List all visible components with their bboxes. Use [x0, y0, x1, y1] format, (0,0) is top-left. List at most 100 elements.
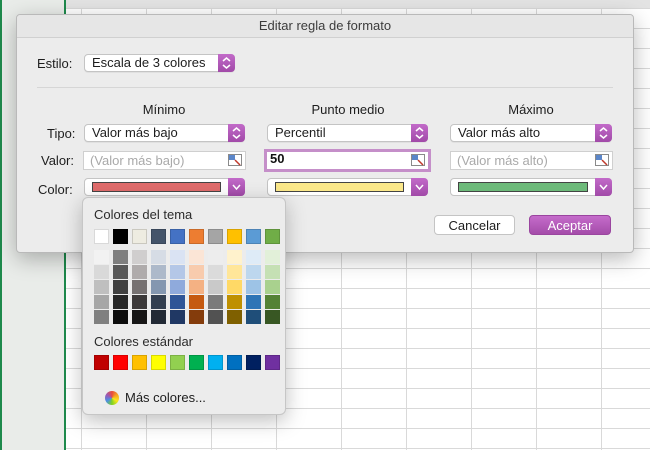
- shade-color-swatch[interactable]: [246, 280, 261, 295]
- shade-color-swatch[interactable]: [265, 265, 280, 280]
- shade-color-swatch[interactable]: [189, 250, 204, 265]
- theme-color-swatch[interactable]: [227, 229, 242, 244]
- column-header-min: Mínimo: [142, 102, 186, 117]
- shade-color-swatch[interactable]: [227, 310, 242, 325]
- theme-color-swatch[interactable]: [132, 229, 147, 244]
- standard-color-swatch[interactable]: [265, 355, 280, 370]
- shade-color-swatch[interactable]: [170, 250, 185, 265]
- shade-color-swatch[interactable]: [170, 280, 185, 295]
- column-header-max: Máximo: [508, 102, 554, 117]
- shade-color-swatch[interactable]: [170, 265, 185, 280]
- shade-color-swatch[interactable]: [132, 250, 147, 265]
- standard-color-swatch[interactable]: [208, 355, 223, 370]
- shade-color-swatch[interactable]: [189, 265, 204, 280]
- shade-color-swatch[interactable]: [170, 310, 185, 325]
- shade-color-swatch[interactable]: [170, 295, 185, 310]
- color-label: Color:: [38, 182, 73, 197]
- shade-color-swatch[interactable]: [113, 250, 128, 265]
- shade-color-swatch[interactable]: [227, 280, 242, 295]
- shade-color-swatch[interactable]: [227, 250, 242, 265]
- mid-value-field[interactable]: 50: [264, 149, 431, 172]
- shade-color-swatch[interactable]: [246, 310, 261, 325]
- shade-color-swatch[interactable]: [189, 310, 204, 325]
- shade-color-swatch[interactable]: [208, 250, 223, 265]
- column-header-mid: Punto medio: [311, 102, 385, 117]
- max-color-picker[interactable]: [450, 178, 612, 196]
- theme-color-swatch[interactable]: [113, 229, 128, 244]
- shade-color-swatch[interactable]: [151, 310, 166, 325]
- cell-reference-icon[interactable]: [595, 154, 609, 166]
- shade-color-swatch[interactable]: [265, 250, 280, 265]
- min-color-picker[interactable]: [84, 178, 245, 196]
- shade-color-swatch[interactable]: [151, 265, 166, 280]
- shade-color-swatch[interactable]: [113, 310, 128, 325]
- max-type-select[interactable]: Valor más alto: [450, 124, 612, 142]
- theme-color-swatch[interactable]: [208, 229, 223, 244]
- shade-color-swatch[interactable]: [113, 280, 128, 295]
- shade-color-swatch[interactable]: [208, 295, 223, 310]
- shade-column: [132, 250, 147, 325]
- max-value-field[interactable]: (Valor más alto): [450, 151, 613, 170]
- shade-color-swatch[interactable]: [246, 295, 261, 310]
- standard-color-swatch[interactable]: [151, 355, 166, 370]
- chevron-updown-icon: [218, 54, 235, 72]
- standard-color-swatch[interactable]: [189, 355, 204, 370]
- cell-reference-icon[interactable]: [228, 154, 242, 166]
- shade-color-swatch[interactable]: [246, 250, 261, 265]
- theme-shades-grid: [94, 250, 280, 325]
- chevron-updown-icon: [228, 124, 245, 142]
- standard-color-swatch[interactable]: [246, 355, 261, 370]
- shade-color-swatch[interactable]: [265, 280, 280, 295]
- shade-color-swatch[interactable]: [113, 295, 128, 310]
- theme-color-swatch[interactable]: [170, 229, 185, 244]
- shade-column: [113, 250, 128, 325]
- accept-button[interactable]: Aceptar: [529, 215, 611, 235]
- shade-color-swatch[interactable]: [94, 280, 109, 295]
- shade-color-swatch[interactable]: [227, 265, 242, 280]
- shade-color-swatch[interactable]: [132, 280, 147, 295]
- standard-color-swatch[interactable]: [94, 355, 109, 370]
- shade-color-swatch[interactable]: [94, 250, 109, 265]
- shade-color-swatch[interactable]: [246, 265, 261, 280]
- shade-color-swatch[interactable]: [151, 250, 166, 265]
- shade-color-swatch[interactable]: [151, 295, 166, 310]
- more-colors-button[interactable]: Más colores...: [105, 390, 206, 405]
- theme-color-swatch[interactable]: [246, 229, 261, 244]
- shade-color-swatch[interactable]: [189, 295, 204, 310]
- shade-color-swatch[interactable]: [94, 310, 109, 325]
- cell-reference-icon[interactable]: [411, 154, 425, 166]
- mid-type-select[interactable]: Percentil: [267, 124, 428, 142]
- shade-color-swatch[interactable]: [208, 265, 223, 280]
- theme-color-swatch[interactable]: [265, 229, 280, 244]
- shade-color-swatch[interactable]: [208, 310, 223, 325]
- shade-column: [151, 250, 166, 325]
- shade-color-swatch[interactable]: [113, 265, 128, 280]
- shade-color-swatch[interactable]: [132, 295, 147, 310]
- standard-color-swatch[interactable]: [113, 355, 128, 370]
- theme-color-swatch[interactable]: [189, 229, 204, 244]
- theme-color-swatch[interactable]: [151, 229, 166, 244]
- shade-color-swatch[interactable]: [208, 280, 223, 295]
- color-wheel-icon: [105, 390, 119, 405]
- standard-color-swatch[interactable]: [170, 355, 185, 370]
- standard-color-swatch[interactable]: [227, 355, 242, 370]
- standard-color-swatch[interactable]: [132, 355, 147, 370]
- cancel-button[interactable]: Cancelar: [434, 215, 515, 235]
- style-select[interactable]: Escala de 3 colores: [84, 54, 235, 72]
- shade-color-swatch[interactable]: [265, 310, 280, 325]
- shade-color-swatch[interactable]: [132, 310, 147, 325]
- shade-color-swatch[interactable]: [94, 295, 109, 310]
- shade-color-swatch[interactable]: [132, 265, 147, 280]
- theme-color-swatch[interactable]: [94, 229, 109, 244]
- shade-color-swatch[interactable]: [189, 280, 204, 295]
- mid-color-picker[interactable]: [267, 178, 428, 196]
- shade-column: [189, 250, 204, 325]
- min-type-select[interactable]: Valor más bajo: [84, 124, 245, 142]
- shade-color-swatch[interactable]: [227, 295, 242, 310]
- shade-color-swatch[interactable]: [94, 265, 109, 280]
- min-value-field[interactable]: (Valor más bajo): [83, 151, 246, 170]
- max-type-value: Valor más alto: [458, 125, 541, 140]
- standard-colors-row: [94, 355, 280, 370]
- shade-color-swatch[interactable]: [151, 280, 166, 295]
- shade-color-swatch[interactable]: [265, 295, 280, 310]
